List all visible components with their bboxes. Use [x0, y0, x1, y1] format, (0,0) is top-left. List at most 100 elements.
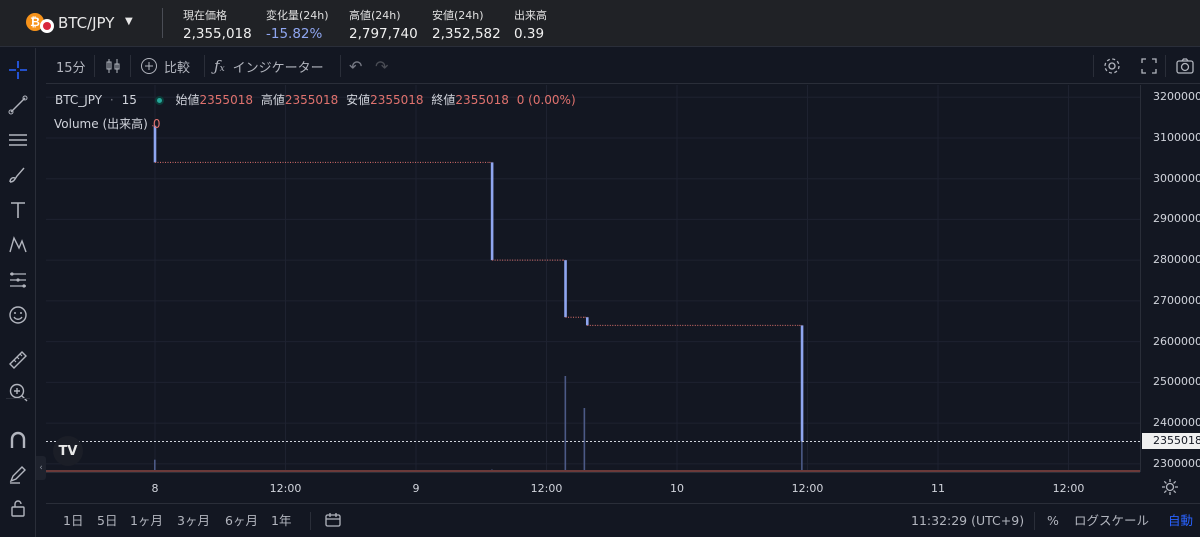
last-price-label: 2355018 — [1142, 433, 1200, 450]
divider — [130, 55, 131, 77]
range-6m-button[interactable]: 6ヶ月 — [225, 504, 258, 537]
goto-date-icon[interactable] — [324, 504, 342, 537]
brush-tool-icon[interactable] — [4, 161, 32, 189]
price-tick-label: 2800000 — [1153, 253, 1200, 267]
fx-icon: ƒx — [214, 57, 225, 75]
price-tick-label: 2400000 — [1153, 416, 1200, 430]
interval-button[interactable]: 15分 — [56, 48, 86, 84]
stat-value: 0.39 — [514, 26, 545, 42]
price-tick-label: 3200000 — [1153, 90, 1200, 104]
volume-bar — [583, 408, 586, 472]
time-tick-label: 11 — [931, 482, 945, 495]
fib-tool-icon[interactable] — [4, 266, 32, 294]
divider — [310, 512, 311, 530]
pattern-tool-icon[interactable] — [4, 231, 32, 259]
price-chart[interactable] — [46, 85, 1140, 472]
legend-open: 2355018 — [199, 93, 253, 107]
legend-interval: 15 — [121, 93, 137, 107]
stat-value: 2,352,582 — [432, 26, 501, 42]
price-tick-label: 2500000 — [1153, 375, 1200, 389]
magnet-icon[interactable] — [4, 426, 32, 454]
price-tick-label: 2600000 — [1153, 334, 1200, 348]
collapse-toolbar-button[interactable]: ‹ — [36, 456, 46, 480]
stat-current-price: 現在価格 2,355,018 — [183, 7, 252, 42]
divider — [94, 55, 95, 77]
chart-grid — [46, 85, 1140, 472]
volume-legend: Volume (出来高) 0 — [54, 115, 160, 132]
legend-close-label: 終値 — [431, 93, 456, 107]
tradingview-logo[interactable]: TV — [53, 436, 83, 466]
price-tick-label: 2700000 — [1153, 293, 1200, 307]
fullscreen-icon[interactable] — [1140, 48, 1158, 84]
drawing-toolbar — [0, 48, 36, 537]
auto-scale-toggle[interactable]: 自動 — [1168, 504, 1193, 537]
time-tick-label: 12:00 — [530, 482, 563, 495]
emoji-tool-icon[interactable] — [4, 301, 32, 329]
settings-gear-icon[interactable] — [1102, 48, 1122, 84]
range-5d-button[interactable]: 5日 — [97, 504, 117, 537]
ruler-tool-icon[interactable] — [4, 346, 32, 374]
indicators-label: インジケーター — [232, 60, 324, 76]
legend-change: 0 (0.00%) — [516, 93, 576, 107]
horizontal-lines-tool-icon[interactable] — [4, 126, 32, 154]
time-tick-label: 9 — [412, 482, 420, 495]
log-scale-toggle[interactable]: ログスケール — [1074, 504, 1149, 537]
crosshair-tool-icon[interactable] — [4, 56, 32, 84]
price-tick-label: 3100000 — [1153, 130, 1200, 144]
price-axis[interactable]: 3200000 3100000 3000000 2900000 2800000 27000… — [1140, 85, 1200, 472]
chart-pane[interactable]: BTC_JPY · 15 始値2355018 高値2355018 安値23550… — [46, 85, 1140, 472]
jpy-flag-icon — [40, 19, 54, 33]
axis-settings-icon[interactable] — [1140, 472, 1200, 502]
stat-low-24h: 安値(24h) 2,352,582 — [432, 7, 501, 42]
time-tick-label: 12:00 — [269, 482, 302, 495]
stat-label: 変化量(24h) — [266, 9, 329, 22]
legend-open-label: 始値 — [175, 93, 200, 107]
stat-label: 安値(24h) — [432, 9, 484, 22]
time-tick-label: 12:00 — [1052, 482, 1085, 495]
bottom-toolbar: 1日 5日 1ヶ月 3ヶ月 6ヶ月 1年 11:32:29 (UTC+9) % … — [46, 503, 1200, 537]
range-1d-button[interactable]: 1日 — [63, 504, 83, 537]
volume-label: Volume (出来高) — [54, 117, 148, 131]
pair-selector[interactable]: BTC/JPY — [58, 14, 114, 32]
candle-style-icon[interactable] — [104, 48, 122, 84]
time-axis[interactable]: 8 12:00 9 12:00 10 12:00 11 12:00 — [46, 472, 1140, 502]
range-1y-button[interactable]: 1年 — [271, 504, 291, 537]
lock-icon[interactable] — [4, 494, 32, 522]
volume-bar — [564, 376, 567, 472]
divider — [1034, 512, 1035, 530]
zoom-in-icon[interactable] — [4, 378, 32, 406]
divider — [340, 55, 341, 77]
volume-value: 0 — [152, 117, 161, 131]
stat-value: 2,355,018 — [183, 26, 252, 42]
legend-low: 2355018 — [370, 93, 424, 107]
stat-high-24h: 高値(24h) 2,797,740 — [349, 7, 418, 42]
price-tick-label: 2300000 — [1153, 456, 1200, 470]
legend-high-label: 高値 — [260, 93, 285, 107]
legend-close: 2355018 — [455, 93, 509, 107]
indicators-button[interactable]: ƒx インジケーター — [214, 48, 324, 84]
legend-separator: · — [109, 93, 114, 107]
text-tool-icon[interactable] — [4, 196, 32, 224]
market-status-icon — [154, 96, 164, 105]
range-3m-button[interactable]: 3ヶ月 — [177, 504, 210, 537]
price-tick-label: 3000000 — [1153, 171, 1200, 185]
undo-icon[interactable]: ↶ — [349, 48, 362, 84]
stat-volume: 出来高 0.39 — [514, 7, 547, 42]
clock-display[interactable]: 11:32:29 (UTC+9) — [911, 504, 1024, 537]
lock-pencil-icon[interactable] — [4, 460, 32, 488]
trendline-tool-icon[interactable] — [4, 91, 32, 119]
compare-button[interactable]: 比較 — [140, 48, 190, 84]
divider — [6, 398, 30, 399]
percent-scale-toggle[interactable]: % — [1047, 504, 1059, 537]
time-tick-label: 8 — [151, 482, 159, 495]
series-legend: BTC_JPY · 15 始値2355018 高値2355018 安値23550… — [55, 91, 576, 108]
range-1m-button[interactable]: 1ヶ月 — [130, 504, 163, 537]
redo-icon[interactable]: ↷ — [375, 48, 388, 84]
stat-label: 高値(24h) — [349, 9, 401, 22]
stat-label: 出来高 — [514, 9, 547, 22]
divider — [204, 55, 205, 77]
price-tick-label: 2900000 — [1153, 212, 1200, 226]
stat-change-24h: 変化量(24h) -15.82% — [266, 7, 329, 42]
camera-icon[interactable] — [1175, 48, 1195, 84]
caret-down-icon[interactable]: ▼ — [125, 16, 133, 27]
